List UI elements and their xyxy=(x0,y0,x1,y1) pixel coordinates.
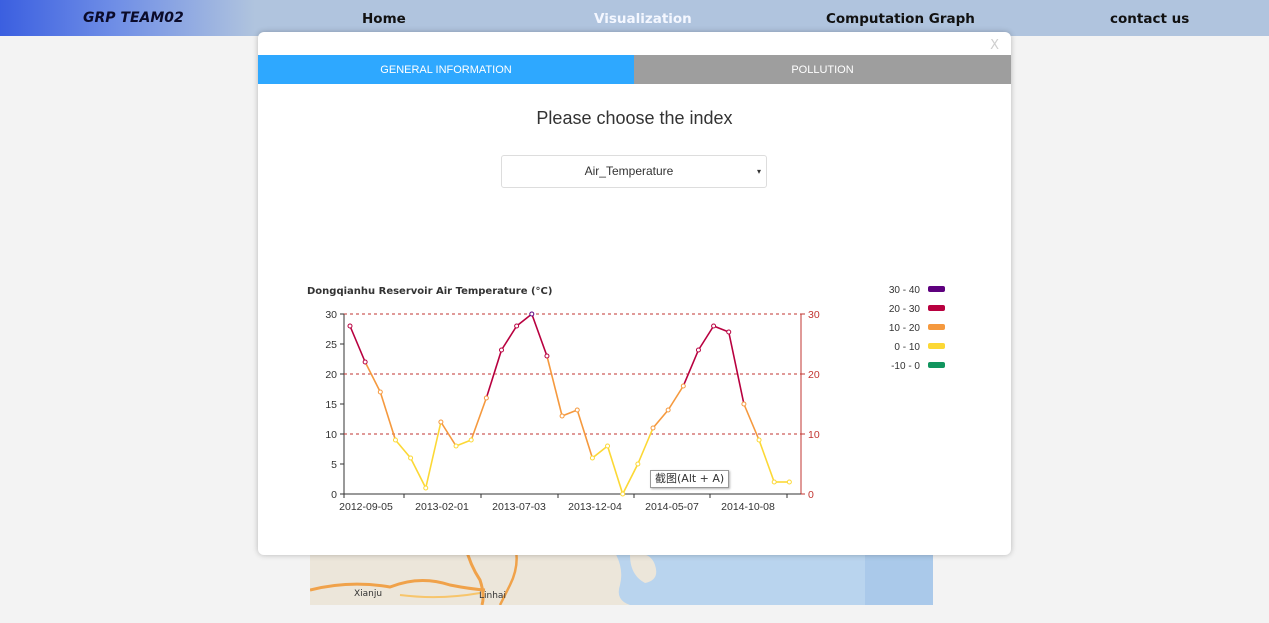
series-segment xyxy=(531,313,548,357)
series-segment xyxy=(500,325,518,351)
y2-tick-label: 10 xyxy=(808,429,820,441)
data-point xyxy=(559,413,565,419)
y-tick-label: 0 xyxy=(331,489,337,501)
data-point xyxy=(665,407,671,413)
brand-logo[interactable]: GRP TEAM02 xyxy=(0,0,255,36)
data-point xyxy=(423,485,429,491)
data-point xyxy=(786,479,792,485)
y2-tick-label: 30 xyxy=(808,309,820,321)
x-tick-label: 2012-09-05 xyxy=(339,501,393,513)
legend-label: 10 - 20 xyxy=(889,323,921,334)
nav-visualization[interactable]: Visualization xyxy=(594,0,692,36)
y-tick-label: 20 xyxy=(325,369,337,381)
data-point xyxy=(756,437,762,443)
series-segment xyxy=(546,355,563,417)
data-point xyxy=(347,323,353,329)
series-segment xyxy=(758,439,775,483)
data-point xyxy=(438,419,444,425)
y-tick-label: 5 xyxy=(331,459,337,471)
x-tick-label: 2013-02-01 xyxy=(415,501,469,513)
series-segment xyxy=(394,439,412,459)
data-point xyxy=(377,389,383,395)
series-segment xyxy=(591,445,609,459)
top-navbar: GRP TEAM02 Home Visualization Computatio… xyxy=(0,0,1269,36)
data-point xyxy=(514,323,520,329)
data-point xyxy=(483,395,489,401)
data-point xyxy=(574,407,580,413)
x-tick-label: 2013-07-03 xyxy=(492,501,546,513)
y-tick-label: 25 xyxy=(325,339,337,351)
data-point xyxy=(695,347,701,353)
data-point xyxy=(589,455,595,461)
x-tick-label: 2013-12-04 xyxy=(568,501,622,513)
data-point xyxy=(453,443,459,449)
legend-swatch xyxy=(928,305,945,311)
chart-title: Dongqianhu Reservoir Air Temperature (°C… xyxy=(307,286,552,297)
series-segment xyxy=(667,385,684,411)
legend-label: 30 - 40 xyxy=(889,285,921,296)
visualization-modal: X GENERAL INFORMATION POLLUTION Please c… xyxy=(258,32,1011,555)
data-point xyxy=(771,479,777,485)
legend-label: 0 - 10 xyxy=(894,342,920,353)
data-point xyxy=(392,437,398,443)
y-tick-label: 10 xyxy=(325,429,337,441)
y2-tick-label: 20 xyxy=(808,369,820,381)
series-segment xyxy=(409,457,427,489)
map-label-xianju: Xianju xyxy=(354,589,383,599)
temperature-chart: Dongqianhu Reservoir Air Temperature (°C… xyxy=(307,285,945,513)
data-point xyxy=(408,455,414,461)
data-point xyxy=(680,383,686,389)
data-point xyxy=(529,311,535,317)
screenshot-tooltip: 截图(Alt + A) xyxy=(650,470,730,488)
data-point xyxy=(620,491,626,497)
legend-swatch xyxy=(928,343,945,349)
y-tick-label: 15 xyxy=(325,399,337,411)
series-segment xyxy=(424,421,442,489)
series-segment xyxy=(727,331,745,405)
y-tick-label: 30 xyxy=(325,309,337,321)
series-segment xyxy=(652,409,669,429)
legend-swatch xyxy=(928,286,945,292)
x-tick-label: 2014-05-07 xyxy=(645,501,699,513)
data-point xyxy=(468,437,474,443)
data-point xyxy=(711,323,717,329)
data-point xyxy=(741,401,747,407)
data-point xyxy=(726,329,732,335)
nav-computation-graph[interactable]: Computation Graph xyxy=(826,0,975,36)
x-tick-label: 2014-10-08 xyxy=(721,501,775,513)
data-point xyxy=(544,353,550,359)
y2-tick-label: 0 xyxy=(808,489,814,501)
series-segment xyxy=(349,325,366,363)
series-segment xyxy=(743,403,760,441)
nav-home[interactable]: Home xyxy=(362,0,406,36)
series-segment xyxy=(637,427,654,465)
series-segment xyxy=(697,325,715,351)
series-segment xyxy=(516,313,533,327)
series-segment xyxy=(621,463,639,495)
legend-swatch xyxy=(928,324,945,330)
data-point xyxy=(499,347,504,353)
series-segment xyxy=(379,391,397,441)
data-point xyxy=(635,461,641,467)
series-segment xyxy=(364,361,382,393)
map-label-linhai: Linhai xyxy=(479,591,506,601)
series-segment xyxy=(682,349,700,387)
series-segment xyxy=(606,445,624,495)
legend-label: -10 - 0 xyxy=(891,361,920,372)
nav-contact-us[interactable]: contact us xyxy=(1110,0,1189,36)
data-point xyxy=(362,359,368,365)
legend-swatch xyxy=(928,362,945,368)
data-point xyxy=(650,425,656,431)
data-point xyxy=(605,443,611,449)
legend-label: 20 - 30 xyxy=(889,304,921,315)
